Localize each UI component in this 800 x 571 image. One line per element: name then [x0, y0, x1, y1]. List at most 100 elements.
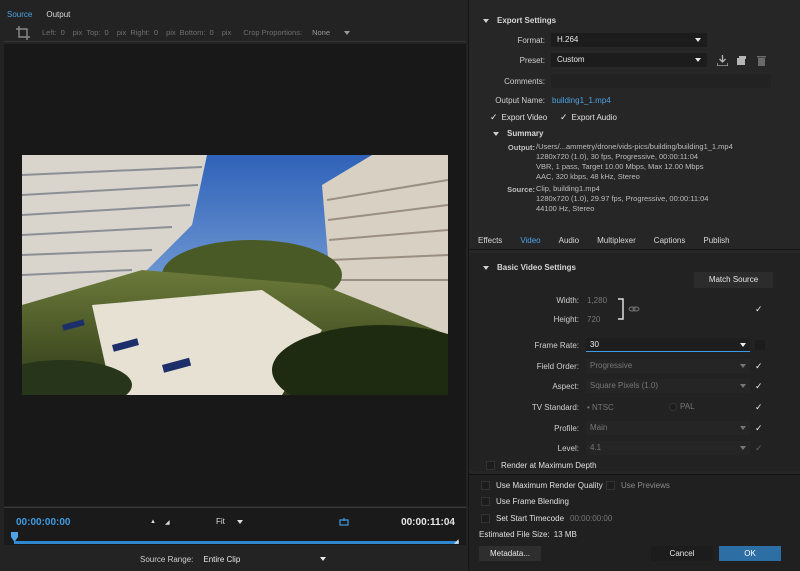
tv-standard-label: TV Standard: — [531, 403, 579, 412]
settings-tabs: Effects Video Audio Multiplexer Captions… — [469, 232, 800, 250]
export-audio-label: Export Audio — [571, 113, 617, 122]
crop-top-unit: pix — [116, 28, 127, 37]
tab-effects[interactable]: Effects — [469, 236, 511, 245]
source-range-label: Source Range: — [140, 554, 194, 564]
crop-proportions-label: Crop Proportions: — [243, 28, 303, 37]
out-point-icon[interactable]: ◢ — [454, 538, 459, 545]
export-settings-header[interactable]: Export Settings — [483, 16, 556, 25]
aspect-checkbox[interactable]: ✓ — [755, 381, 765, 391]
scrub-bar[interactable] — [14, 541, 459, 544]
tv-standard-ntsc-radio[interactable]: • NTSC — [587, 403, 614, 412]
current-timecode[interactable]: 00:00:00:00 — [16, 517, 70, 528]
crop-left-value[interactable]: 0 — [61, 28, 65, 37]
chevron-down-icon — [320, 557, 327, 561]
summary-title: Summary — [507, 129, 544, 138]
profile-checkbox[interactable]: ✓ — [755, 423, 765, 433]
ok-button[interactable]: OK — [719, 546, 781, 561]
height-label: Height: — [553, 315, 579, 324]
crop-icon[interactable] — [16, 25, 30, 40]
max-render-quality-label: Use Maximum Render Quality — [496, 481, 603, 490]
tab-audio[interactable]: Audio — [550, 236, 588, 245]
match-source-button[interactable]: Match Source — [694, 272, 773, 288]
comments-field[interactable] — [551, 74, 771, 88]
level-select[interactable]: 4.1 — [586, 441, 750, 455]
metadata-button[interactable]: Metadata... — [479, 546, 541, 561]
tv-standard-checkbox[interactable]: ✓ — [755, 402, 765, 412]
max-render-quality-checkbox[interactable]: Use Maximum Render Quality — [481, 481, 603, 490]
chevron-down-icon — [236, 519, 243, 524]
basic-video-settings-title: Basic Video Settings — [497, 263, 576, 272]
frame-rate-checkbox[interactable] — [755, 340, 765, 350]
profile-value: Main — [590, 423, 608, 432]
format-label: Format: — [517, 36, 545, 45]
save-preset-icon[interactable] — [717, 55, 728, 66]
basic-video-settings-header[interactable]: Basic Video Settings — [483, 263, 576, 272]
frame-blending-label: Use Frame Blending — [496, 497, 569, 506]
constrain-proportions-icon[interactable] — [616, 297, 641, 321]
cancel-button[interactable]: Cancel — [651, 546, 713, 561]
source-range-select[interactable]: Entire Clip — [203, 555, 327, 564]
mark-in-icon[interactable]: ▲ — [150, 519, 156, 525]
width-height-checkbox[interactable]: ✓ — [755, 304, 765, 314]
export-audio-checkbox[interactable]: ✓ Export Audio — [560, 112, 617, 123]
crop-top-value[interactable]: 0 — [105, 28, 109, 37]
height-value[interactable]: 720 — [587, 315, 600, 324]
checkbox-icon — [481, 514, 490, 523]
start-timecode-label: Set Start Timecode — [496, 514, 565, 523]
source-panel: Source Output Left: 0 pix Top: 0 pix Rig… — [0, 0, 468, 571]
tv-standard-ntsc-label: NTSC — [592, 403, 614, 412]
level-checkbox[interactable]: ✓ — [755, 443, 765, 453]
basic-video-settings: Basic Video Settings Match Source Width:… — [469, 253, 800, 471]
preset-select[interactable]: Custom — [551, 53, 707, 67]
summary-header[interactable]: Summary — [493, 129, 543, 138]
summary-source-label: Source: — [507, 185, 535, 194]
profile-select[interactable]: Main — [586, 421, 750, 435]
crop-left-unit: pix — [72, 28, 83, 37]
summary-source-line: Clip, building1.mp4 — [536, 184, 600, 193]
width-label: Width: — [556, 296, 579, 305]
radio-icon — [669, 402, 677, 411]
start-timecode-checkbox[interactable]: Set Start Timecode 00:00:00:00 — [481, 514, 612, 523]
output-name-link[interactable]: building1_1.mp4 — [552, 96, 611, 105]
set-poster-frame-icon[interactable] — [339, 518, 349, 526]
export-video-checkbox[interactable]: ✓ Export Video — [490, 112, 547, 123]
summary-source-line: 1280x720 (1.0), 29.97 fps, Progressive, … — [536, 194, 709, 203]
playhead-icon[interactable] — [11, 532, 18, 542]
tv-standard-pal-radio[interactable]: PAL — [669, 402, 695, 411]
frame-blending-checkbox[interactable]: Use Frame Blending — [481, 497, 569, 506]
start-timecode-value[interactable]: 00:00:00:00 — [570, 514, 612, 523]
tab-multiplexer[interactable]: Multiplexer — [588, 236, 645, 245]
frame-rate-label: Frame Rate: — [534, 341, 579, 350]
summary-output-line: 1280x720 (1.0), 30 fps, Progressive, 00:… — [536, 152, 699, 161]
aspect-select[interactable]: Square Pixels (1.0) — [586, 379, 750, 393]
crop-right-value[interactable]: 0 — [154, 28, 158, 37]
summary-output-text: /Users/...ammetry/drone/vids-pics/buildi… — [536, 142, 733, 182]
tab-publish[interactable]: Publish — [694, 236, 738, 245]
checkbox-icon — [481, 481, 490, 490]
tab-source[interactable]: Source — [0, 7, 39, 23]
import-preset-icon[interactable] — [736, 55, 747, 66]
field-order-checkbox[interactable]: ✓ — [755, 361, 765, 371]
checkbox-icon — [606, 481, 615, 490]
format-value: H.264 — [557, 35, 579, 44]
mark-out-icon[interactable]: ◢ — [165, 519, 171, 526]
crop-bottom-value[interactable]: 0 — [210, 28, 214, 37]
delete-preset-icon[interactable] — [756, 55, 767, 66]
format-select[interactable]: H.264 — [551, 33, 707, 47]
zoom-select[interactable]: Fit — [216, 517, 243, 526]
width-value[interactable]: 1,280 — [587, 296, 607, 305]
crop-right-unit: pix — [166, 28, 176, 37]
render-max-depth-checkbox[interactable]: Render at Maximum Depth — [486, 461, 597, 471]
tab-video[interactable]: Video — [511, 236, 549, 245]
use-previews-checkbox[interactable]: Use Previews — [606, 481, 670, 490]
chevron-down-icon — [740, 342, 746, 347]
video-preview-frame — [22, 155, 448, 395]
source-range-row: Source Range: Entire Clip — [4, 547, 466, 571]
frame-rate-select[interactable]: 30 — [586, 338, 750, 352]
crop-proportions-select[interactable]: None — [312, 28, 350, 37]
field-order-select[interactable]: Progressive — [586, 359, 750, 373]
export-settings-panel: Export Settings Format: H.264 Preset: Cu… — [468, 0, 800, 571]
tab-captions[interactable]: Captions — [645, 236, 695, 245]
tab-output[interactable]: Output — [39, 7, 77, 23]
chevron-down-icon — [740, 446, 746, 450]
